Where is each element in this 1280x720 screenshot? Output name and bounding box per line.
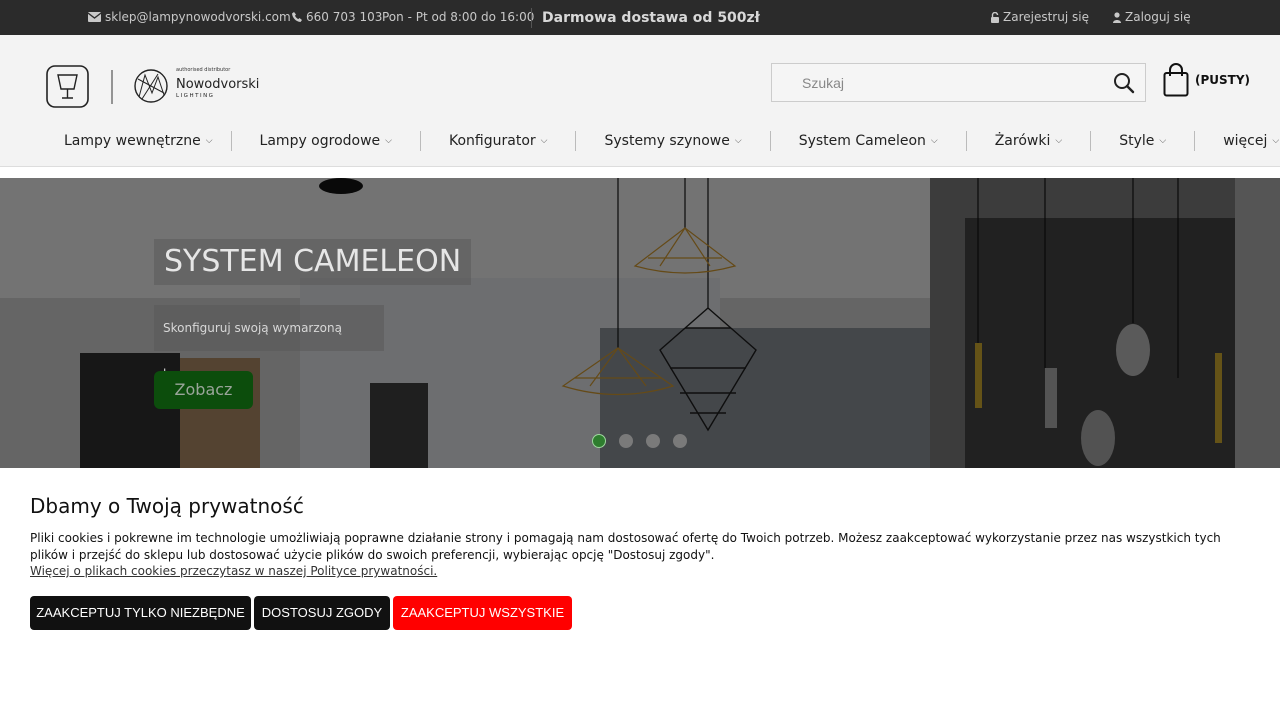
customize-consent-button[interactable]: DOSTOSUJ ZGODY: [254, 596, 390, 630]
nav-label: Style: [1119, 133, 1155, 149]
privacy-policy-link[interactable]: Więcej o plikach cookies przeczytasz w n…: [30, 564, 437, 578]
slider-dot-4[interactable]: [673, 434, 687, 448]
chevron-down-icon: ⌵: [1055, 136, 1063, 146]
nav-label: Lampy ogrodowe: [259, 133, 381, 149]
nav-label: Systemy szynowe: [604, 133, 730, 149]
hero-title: SYSTEM CAMELEON: [154, 239, 472, 285]
slider-dot-3[interactable]: [646, 434, 660, 448]
search-input[interactable]: [772, 64, 1102, 101]
nav-label: więcej: [1223, 133, 1268, 149]
search-icon: [1114, 73, 1135, 94]
phone-icon: [292, 12, 302, 22]
nav-item-styles[interactable]: Style ⌵: [1091, 131, 1196, 151]
phone-text: 660 703 103: [306, 10, 383, 24]
cookie-title: Dbamy o Twoją prywatność: [30, 494, 304, 518]
search-button[interactable]: [1113, 72, 1135, 94]
slider-dot-2[interactable]: [619, 434, 633, 448]
shopping-bag-icon: [1163, 63, 1189, 97]
nav-item-indoor-lamps[interactable]: Lampy wewnętrzne ⌵: [46, 131, 232, 151]
slider-pagination: [592, 434, 687, 448]
free-shipping-promo: Darmowa dostawa od 500zł: [531, 8, 760, 28]
register-label: Zarejestruj się: [1003, 10, 1089, 24]
chevron-down-icon: ⌵: [930, 136, 938, 146]
accept-necessary-button[interactable]: ZAAKCEPTUJ TYLKO NIEZBĘDNE: [30, 596, 251, 630]
nav-label: System Cameleon: [798, 133, 926, 149]
contact-phone[interactable]: 660 703 103: [292, 10, 382, 24]
login-link[interactable]: Zaloguj się: [1113, 10, 1191, 24]
accept-all-button[interactable]: ZAAKCEPTUJ WSZYSTKIE: [393, 596, 572, 630]
user-icon: [1113, 11, 1121, 23]
site-logo[interactable]: authorised distributor Nowodvorski LIGHT…: [46, 65, 266, 109]
logo-distributor-text: authorised distributor: [176, 67, 231, 73]
hero-cta-button[interactable]: Zobacz: [154, 371, 253, 409]
nav-label: Konfigurator: [449, 133, 536, 149]
nav-label: Żarówki: [994, 133, 1051, 149]
chevron-down-icon: ⌵: [1159, 136, 1167, 146]
login-label: Zaloguj się: [1125, 10, 1191, 24]
envelope-icon: [88, 12, 101, 22]
nav-item-garden-lamps[interactable]: Lampy ogrodowe ⌵: [232, 131, 421, 151]
register-link[interactable]: Zarejestruj się: [991, 10, 1089, 24]
chevron-down-icon: ⌵: [1272, 136, 1280, 146]
nav-item-configurator[interactable]: Konfigurator ⌵: [421, 131, 577, 151]
contact-email[interactable]: sklep@lampynowodvorski.com: [88, 10, 291, 24]
chevron-down-icon: ⌵: [540, 136, 548, 146]
cookie-text: Pliki cookies i pokrewne im technologie …: [30, 531, 1221, 562]
logo-graphic: authorised distributor Nowodvorski LIGHT…: [46, 65, 259, 108]
logo-brand-text: Nowodvorski: [176, 77, 259, 92]
hero-slider[interactable]: SYSTEM CAMELEON Skonfiguruj swoją wymarz…: [0, 178, 1280, 468]
cart-button[interactable]: (PUSTY): [1163, 63, 1250, 97]
chevron-down-icon: ⌵: [205, 136, 213, 146]
chevron-down-icon: ⌵: [385, 136, 392, 146]
nav-item-more[interactable]: więcej ⌵: [1195, 131, 1280, 151]
lock-icon: [991, 11, 999, 23]
top-bar: sklep@lampynowodvorski.com 660 703 103 P…: [0, 0, 1280, 35]
logo-sub-text: LIGHTING: [176, 93, 214, 99]
search-box: [771, 63, 1146, 102]
slider-dot-1[interactable]: [592, 434, 606, 448]
cart-status: (PUSTY): [1195, 73, 1251, 87]
hero-subtitle: Skonfiguruj swoją wymarzoną lampę: [154, 305, 384, 381]
nav-label: Lampy wewnętrzne: [64, 133, 201, 149]
hours-text: Pon - Pt od 8:00 do 16:00: [382, 10, 535, 24]
cookie-consent-panel: Dbamy o Twoją prywatność Pliki cookies i…: [0, 468, 1280, 720]
chevron-down-icon: ⌵: [734, 136, 742, 146]
email-text: sklep@lampynowodvorski.com: [105, 10, 291, 24]
nav-item-bulbs[interactable]: Żarówki ⌵: [967, 131, 1092, 151]
nav-item-cameleon-system[interactable]: System Cameleon ⌵: [771, 131, 967, 151]
site-header: authorised distributor Nowodvorski LIGHT…: [0, 35, 1280, 167]
main-nav: Lampy wewnętrzne ⌵ Lampy ogrodowe ⌵ Konfig…: [46, 129, 1280, 153]
nav-item-track-systems[interactable]: Systemy szynowe ⌵: [576, 131, 771, 151]
